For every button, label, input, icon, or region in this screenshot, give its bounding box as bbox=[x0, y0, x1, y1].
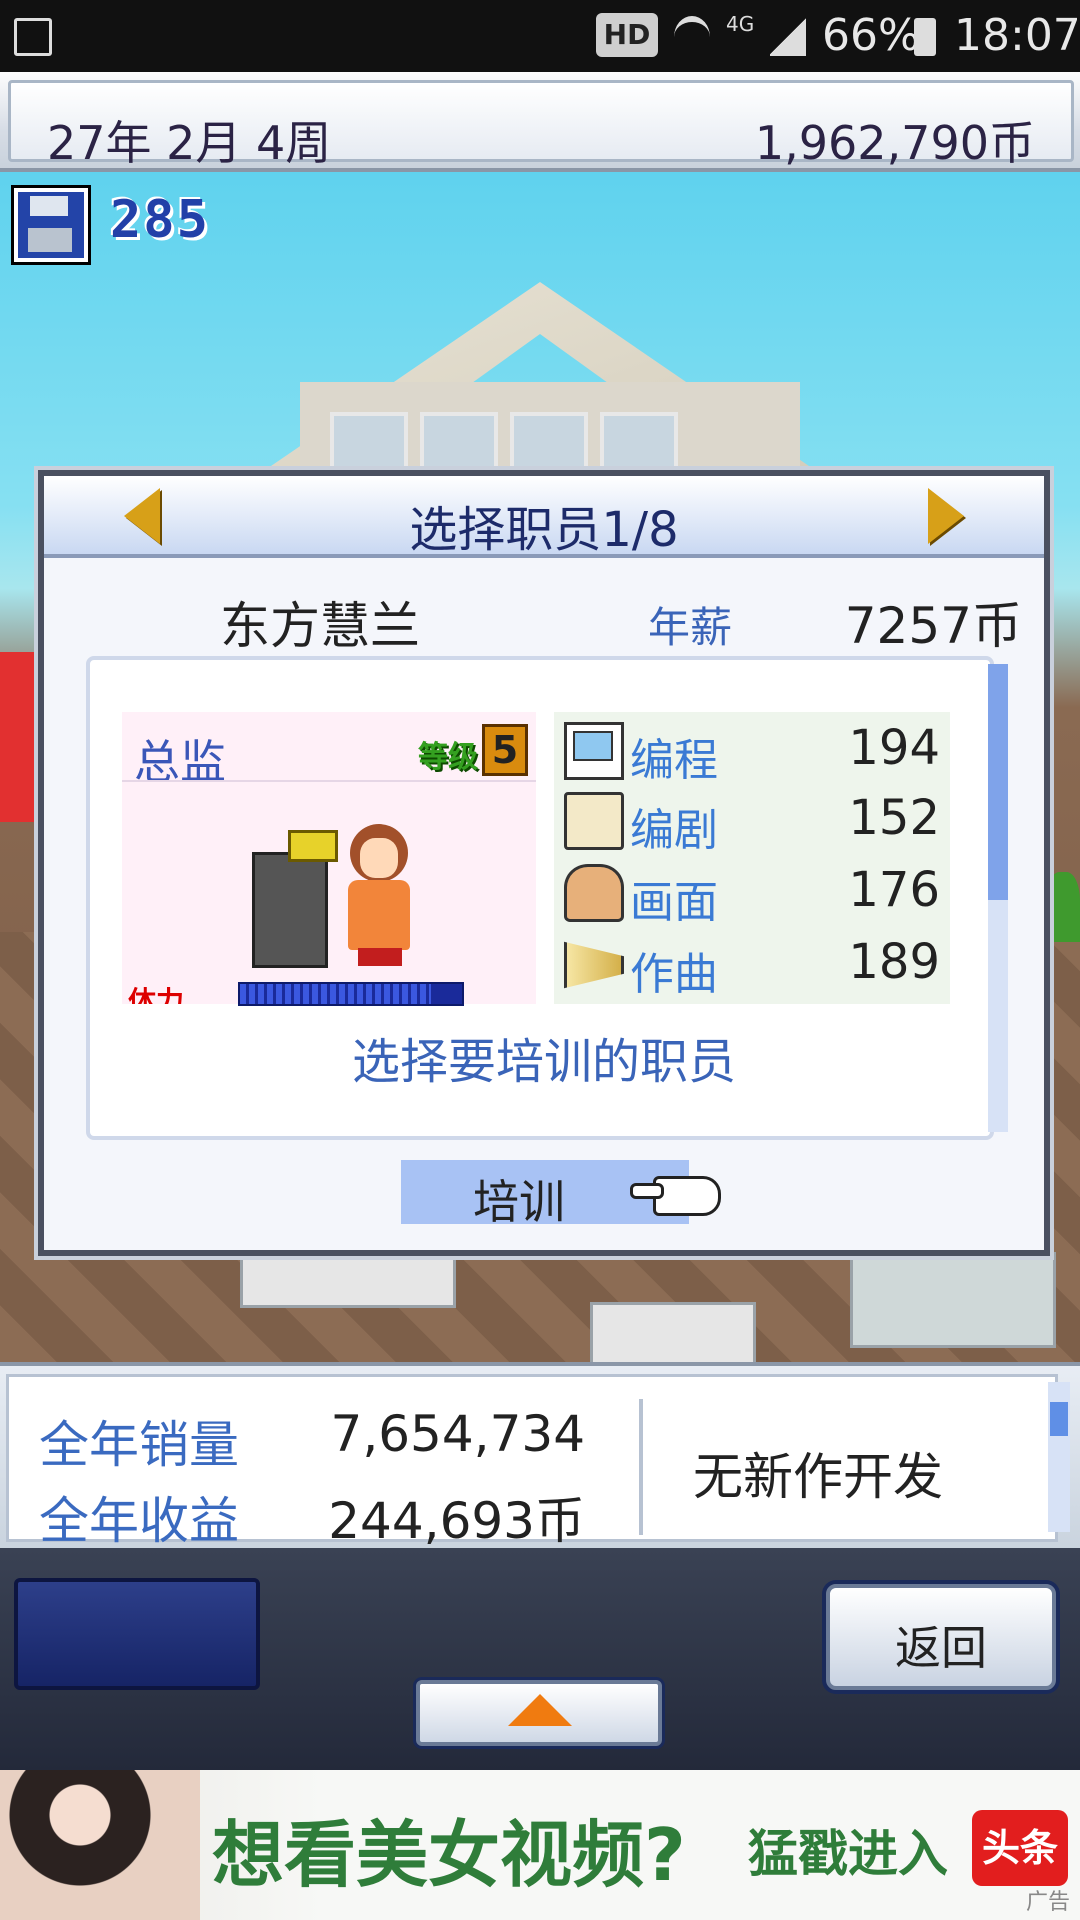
stat-name: 编程 bbox=[630, 735, 718, 786]
stat-value: 152 bbox=[848, 790, 940, 846]
back-button[interactable]: 返回 bbox=[826, 1584, 1056, 1690]
stat-value: 176 bbox=[848, 862, 940, 918]
stat-name: 画面 bbox=[630, 877, 718, 928]
level-label: 等级 bbox=[418, 740, 478, 775]
dialog-header: 选择职员1/8 bbox=[44, 476, 1044, 558]
menu-slot-button[interactable] bbox=[14, 1578, 260, 1690]
train-button[interactable]: 培训 bbox=[401, 1160, 721, 1229]
annual-stats-panel: 全年销量 7,654,734 全年收益 244,693币 无新作开发 bbox=[0, 1362, 1080, 1552]
staff-avatar-body bbox=[348, 880, 410, 950]
wifi-icon bbox=[674, 16, 710, 58]
office-desk bbox=[590, 1302, 756, 1362]
stat-row-programming: 编程 194 bbox=[554, 712, 950, 786]
plant bbox=[1046, 872, 1080, 942]
ad-banner[interactable]: 想看美女视频? 猛戳进入 头条 广告 bbox=[0, 1770, 1080, 1920]
character-card[interactable]: 总监 等级 5 体力 bbox=[122, 712, 536, 1006]
staff-role: 总监 bbox=[134, 735, 226, 789]
back-button-label: 返回 bbox=[895, 1621, 987, 1675]
ad-logo: 头条 bbox=[972, 1810, 1068, 1886]
stat-value: 194 bbox=[848, 720, 940, 776]
status-bar: HD 4G 66% 18:07 bbox=[0, 0, 1080, 72]
save-count: 285 bbox=[110, 190, 210, 250]
development-status: 无新作开发 bbox=[693, 1448, 943, 1506]
stat-row-graphics: 画面 176 bbox=[554, 854, 950, 928]
salary-label: 年薪 bbox=[648, 603, 733, 652]
staff-avatar-face bbox=[360, 838, 398, 878]
paint-palette-icon bbox=[564, 864, 624, 922]
pointing-hand-icon bbox=[630, 1176, 721, 1216]
top-info-bar: 27年 2月 4周 1,962,790币 bbox=[0, 72, 1080, 172]
panel-divider bbox=[639, 1399, 643, 1535]
director-chair-icon bbox=[252, 852, 328, 968]
salary-value: 7257币 bbox=[844, 597, 1022, 655]
select-staff-dialog: 选择职员1/8 东方慧兰 年薪 7257币 总监 等级 5 体力 编程 194 … bbox=[38, 470, 1050, 1256]
stat-row-scenario: 编剧 152 bbox=[554, 782, 950, 856]
level-badge: 5 bbox=[482, 724, 528, 776]
stamina-label: 体力 bbox=[128, 985, 185, 1004]
panel-scrollbar-thumb[interactable] bbox=[1050, 1402, 1068, 1436]
network-type: 4G bbox=[726, 12, 755, 36]
top-info-frame: 27年 2月 4周 1,962,790币 bbox=[8, 80, 1074, 170]
dialog-title: 选择职员1/8 bbox=[409, 502, 679, 558]
annual-revenue-value: 244,693币 bbox=[328, 1492, 585, 1550]
megaphone-icon bbox=[288, 830, 338, 862]
ad-cta[interactable]: 猛戳进入 bbox=[748, 1814, 948, 1886]
info-scrollbar-thumb[interactable] bbox=[988, 664, 1008, 900]
game-date: 27年 2月 4周 bbox=[47, 116, 332, 170]
annual-revenue-label: 全年收益 bbox=[39, 1492, 239, 1550]
clock: 18:07 bbox=[954, 10, 1080, 61]
ad-headline: 想看美女视频? bbox=[212, 1813, 686, 1897]
stamina-bar bbox=[238, 982, 464, 1006]
battery-percent: 66% bbox=[822, 10, 920, 61]
hd-badge: HD bbox=[596, 13, 658, 57]
annual-stats-frame: 全年销量 7,654,734 全年收益 244,693币 无新作开发 bbox=[6, 1374, 1058, 1550]
office-shelf bbox=[850, 1252, 1056, 1348]
bottom-nav: 返回 bbox=[0, 1548, 1080, 1770]
train-button-label: 培训 bbox=[473, 1175, 565, 1229]
trumpet-icon bbox=[564, 941, 624, 989]
battery-icon bbox=[914, 18, 936, 56]
stamina-bar-fill bbox=[240, 984, 431, 1004]
staff-name: 东方慧兰 bbox=[220, 597, 420, 655]
stat-value: 189 bbox=[848, 934, 940, 990]
book-icon bbox=[564, 792, 624, 850]
annual-sales-label: 全年销量 bbox=[39, 1416, 239, 1474]
annual-sales-value: 7,654,734 bbox=[330, 1405, 585, 1463]
floppy-disk-icon[interactable] bbox=[14, 188, 88, 262]
next-staff-arrow-icon[interactable] bbox=[928, 488, 964, 544]
vending-machine bbox=[0, 652, 36, 822]
stat-name: 编剧 bbox=[630, 805, 718, 856]
computer-icon bbox=[564, 722, 624, 780]
money-total: 1,962,790币 bbox=[754, 116, 1035, 170]
image-icon bbox=[14, 18, 52, 56]
up-arrow-icon bbox=[508, 1694, 572, 1726]
skill-stats: 编程 194 编剧 152 画面 176 作曲 189 bbox=[554, 712, 950, 1004]
expand-up-button[interactable] bbox=[416, 1680, 662, 1746]
ad-tag: 广告 bbox=[1025, 1890, 1070, 1915]
card-divider bbox=[122, 780, 536, 782]
stat-name: 作曲 bbox=[630, 949, 718, 1000]
stat-row-sound: 作曲 189 bbox=[554, 926, 950, 1000]
select-prompt: 选择要培训的职员 bbox=[351, 1034, 736, 1090]
staff-avatar-legs bbox=[358, 948, 402, 966]
ad-photo bbox=[0, 1770, 200, 1920]
signal-icon bbox=[770, 16, 806, 56]
